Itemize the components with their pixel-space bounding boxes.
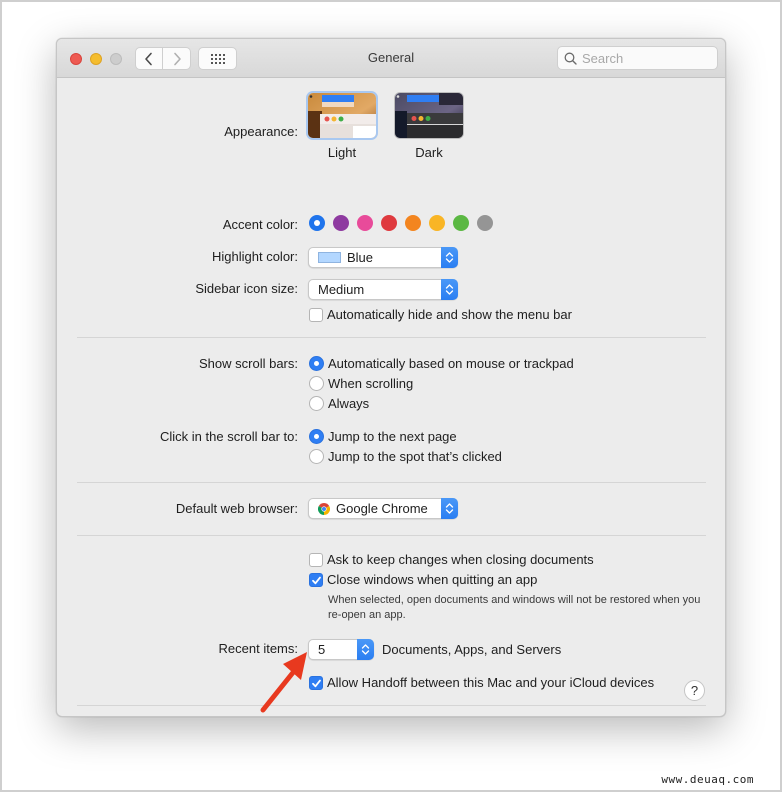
up-down-chevron-icon [445,252,454,263]
close-windows-label: Close windows when quitting an app [327,572,538,587]
click-scroll-bar-label: Click in the scroll bar to: [160,429,298,444]
section-divider [77,705,706,706]
section-divider [77,482,706,483]
popup-stepper [441,498,458,519]
jump-to-spot-radio[interactable] [309,449,324,464]
scroll-bars-automatic-label: Automatically based on mouse or trackpad [328,356,574,371]
scroll-bars-when-scrolling-label: When scrolling [328,376,414,391]
accent-color-graphite[interactable] [477,215,493,231]
default-browser-label: Default web browser: [175,501,298,516]
close-windows-note: When selected, open documents and window… [328,594,701,621]
search-input[interactable] [582,50,712,66]
handoff-label: Allow Handoff between this Mac and your … [327,675,655,690]
appearance-light-option[interactable] [308,93,376,138]
accent-color-yellow[interactable] [429,215,445,231]
jump-next-page-radio[interactable] [309,429,324,444]
accent-color-green[interactable] [453,215,469,231]
recent-items-popup[interactable]: 5 [308,639,374,660]
highlight-color-popup[interactable]: Blue [308,247,458,268]
accent-color-blue[interactable] [309,215,325,231]
highlight-color-swatch [318,252,341,263]
close-windows-checkbox[interactable] [309,573,323,587]
accent-color-orange[interactable] [405,215,421,231]
section-divider [77,535,706,536]
appearance-light-label: Light [327,145,357,160]
scroll-bars-automatic-radio[interactable] [309,356,324,371]
search-icon [564,52,577,65]
section-divider [77,337,706,338]
popup-stepper [441,279,458,300]
jump-next-page-label: Jump to the next page [328,429,457,444]
search-field[interactable] [557,46,718,70]
highlight-color-value: Blue [347,250,374,265]
scroll-bars-when-scrolling-radio[interactable] [309,376,324,391]
sidebar-icon-size-popup[interactable]: Medium [308,279,458,300]
ask-keep-changes-checkbox[interactable] [309,553,323,567]
show-scroll-bars-label: Show scroll bars: [199,356,298,371]
accent-color-label: Accent color: [222,217,298,232]
popup-stepper [441,247,458,268]
menu-bar-autohide-checkbox[interactable] [309,308,323,322]
appearance-dark-option[interactable] [395,93,463,138]
ask-keep-changes-label: Ask to keep changes when closing documen… [327,552,594,567]
menu-bar-autohide-label: Automatically hide and show the menu bar [327,307,572,322]
chrome-icon [318,502,330,515]
up-down-chevron-icon [445,284,454,295]
help-button[interactable]: ? [684,680,705,701]
appearance-label: Appearance: [224,124,298,139]
watermark: www.deuaq.com [661,773,754,786]
light-appearance-preview [308,93,376,138]
highlight-color-label: Highlight color: [212,249,298,264]
accent-color-red[interactable] [381,215,397,231]
default-browser-value: Google Chrome [336,501,428,516]
accent-color-purple[interactable] [333,215,349,231]
scroll-bars-always-radio[interactable] [309,396,324,411]
system-preferences-window: General Appearance: Li [56,38,726,717]
default-browser-popup[interactable]: Google Chrome [308,498,458,519]
annotation-arrow-icon [260,652,307,713]
appearance-dark-label: Dark [415,145,443,160]
popup-stepper [357,639,374,660]
sidebar-icon-size-label: Sidebar icon size: [195,281,298,296]
accent-color-pink[interactable] [357,215,373,231]
recent-items-suffix: Documents, Apps, and Servers [382,642,562,657]
title-bar: General [57,39,725,78]
up-down-chevron-icon [361,644,370,655]
checkmark-icon [312,576,321,585]
up-down-chevron-icon [445,503,454,514]
jump-to-spot-label: Jump to the spot that’s clicked [328,449,502,464]
scroll-bars-always-label: Always [328,396,370,411]
sidebar-icon-size-value: Medium [318,282,365,297]
dark-appearance-preview [395,93,463,138]
